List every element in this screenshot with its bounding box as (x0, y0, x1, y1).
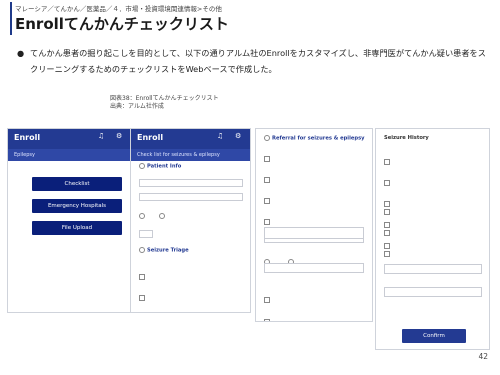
current-medication-field[interactable] (384, 287, 482, 297)
gender-radio-group[interactable] (139, 206, 243, 225)
referral-option-checkbox[interactable] (264, 289, 273, 308)
patient-info-section: Patient Info (139, 163, 243, 238)
triage-checkbox[interactable] (139, 309, 189, 313)
referral-comment-field[interactable] (264, 263, 364, 273)
app-header: Enroll ♫ ⚙ (8, 129, 131, 149)
seizure-history-heading: Seizure History (384, 135, 429, 141)
app-subheader-2: Check list for seizures & epilepsy (131, 149, 250, 161)
age-field[interactable] (139, 229, 153, 238)
app-brand: Enroll (14, 133, 41, 142)
triage-checkbox[interactable] (139, 288, 189, 307)
bullet-dot-icon: ● (17, 48, 25, 58)
app-screen-referral: Referral for seizures & epilepsy (255, 128, 373, 322)
caption-line-2: 出典：アルム社作成 (110, 103, 164, 110)
app-screen-checklist: Enroll ♫ ⚙ Check list for seizures & epi… (130, 128, 251, 313)
referral-checkbox[interactable] (264, 149, 365, 168)
app-brand-2: Enroll (137, 133, 164, 142)
bullet-paragraph: ● てんかん患者の掘り起こしを目的として、以下の通りアルム社のEnrollをカス… (17, 45, 487, 77)
patient-name-field[interactable] (139, 178, 243, 187)
checklist-button[interactable]: Checklist (32, 177, 122, 191)
bullet-text: てんかん患者の掘り起こしを目的として、以下の通りアルム社のEnrollをカスタマ… (30, 48, 486, 74)
referral-checkbox[interactable] (264, 170, 365, 189)
caption-line-1: 図表38：Enrollてんかんチェックリスト (110, 95, 219, 102)
file-upload-button[interactable]: File Upload (32, 221, 122, 235)
history-checkbox[interactable] (384, 151, 429, 170)
vaccine-history-field[interactable] (264, 227, 364, 239)
syncope-checkbox[interactable] (384, 201, 393, 220)
title-accent-bar (10, 2, 12, 35)
referral-heading: Referral for seizures & epilepsy (264, 135, 365, 142)
settings-icon[interactable]: ⚙ (116, 132, 122, 140)
syncope-checkbox[interactable] (384, 222, 393, 241)
page-number: 42 (478, 352, 488, 361)
referral-option-list (264, 289, 273, 321)
patient-age-field[interactable] (139, 192, 243, 201)
syncope-history-section (384, 193, 393, 262)
bell-icon[interactable]: ♫ (98, 132, 104, 140)
app-subheader: Epilepsy (8, 149, 131, 161)
syncope-checkbox[interactable] (384, 243, 393, 262)
app-screen-history: Seizure History Confirm (375, 128, 490, 350)
referral-checkbox[interactable] (264, 191, 365, 210)
medication-field[interactable] (384, 264, 482, 274)
breadcrumb: マレーシア／てんかん／医薬品／４．市場・投資環境関連情報>その他 (15, 5, 222, 13)
slide: マレーシア／てんかん／医薬品／４．市場・投資環境関連情報>その他 Enrollて… (0, 0, 500, 375)
seizure-triage-section: Seizure Triage (139, 247, 189, 313)
bell-icon-2[interactable]: ♫ (217, 132, 223, 140)
settings-icon-2[interactable]: ⚙ (235, 132, 241, 140)
patient-info-heading: Patient Info (139, 163, 243, 170)
seizure-triage-heading: Seizure Triage (139, 247, 189, 254)
app-header-2: Enroll ♫ ⚙ (131, 129, 250, 149)
figure-caption: 図表38：Enrollてんかんチェックリスト 出典：アルム社作成 (110, 95, 219, 111)
referral-option-checkbox[interactable] (264, 311, 273, 321)
triage-checkbox[interactable] (139, 267, 189, 286)
app-screen-menu: Enroll ♫ ⚙ Epilepsy Checklist Emergency … (7, 128, 132, 313)
page-title: Enrollてんかんチェックリスト (15, 15, 229, 33)
emergency-hospitals-button[interactable]: Emergency Hospitals (32, 199, 122, 213)
history-checkbox[interactable] (384, 172, 429, 191)
confirm-button[interactable]: Confirm (402, 329, 466, 343)
